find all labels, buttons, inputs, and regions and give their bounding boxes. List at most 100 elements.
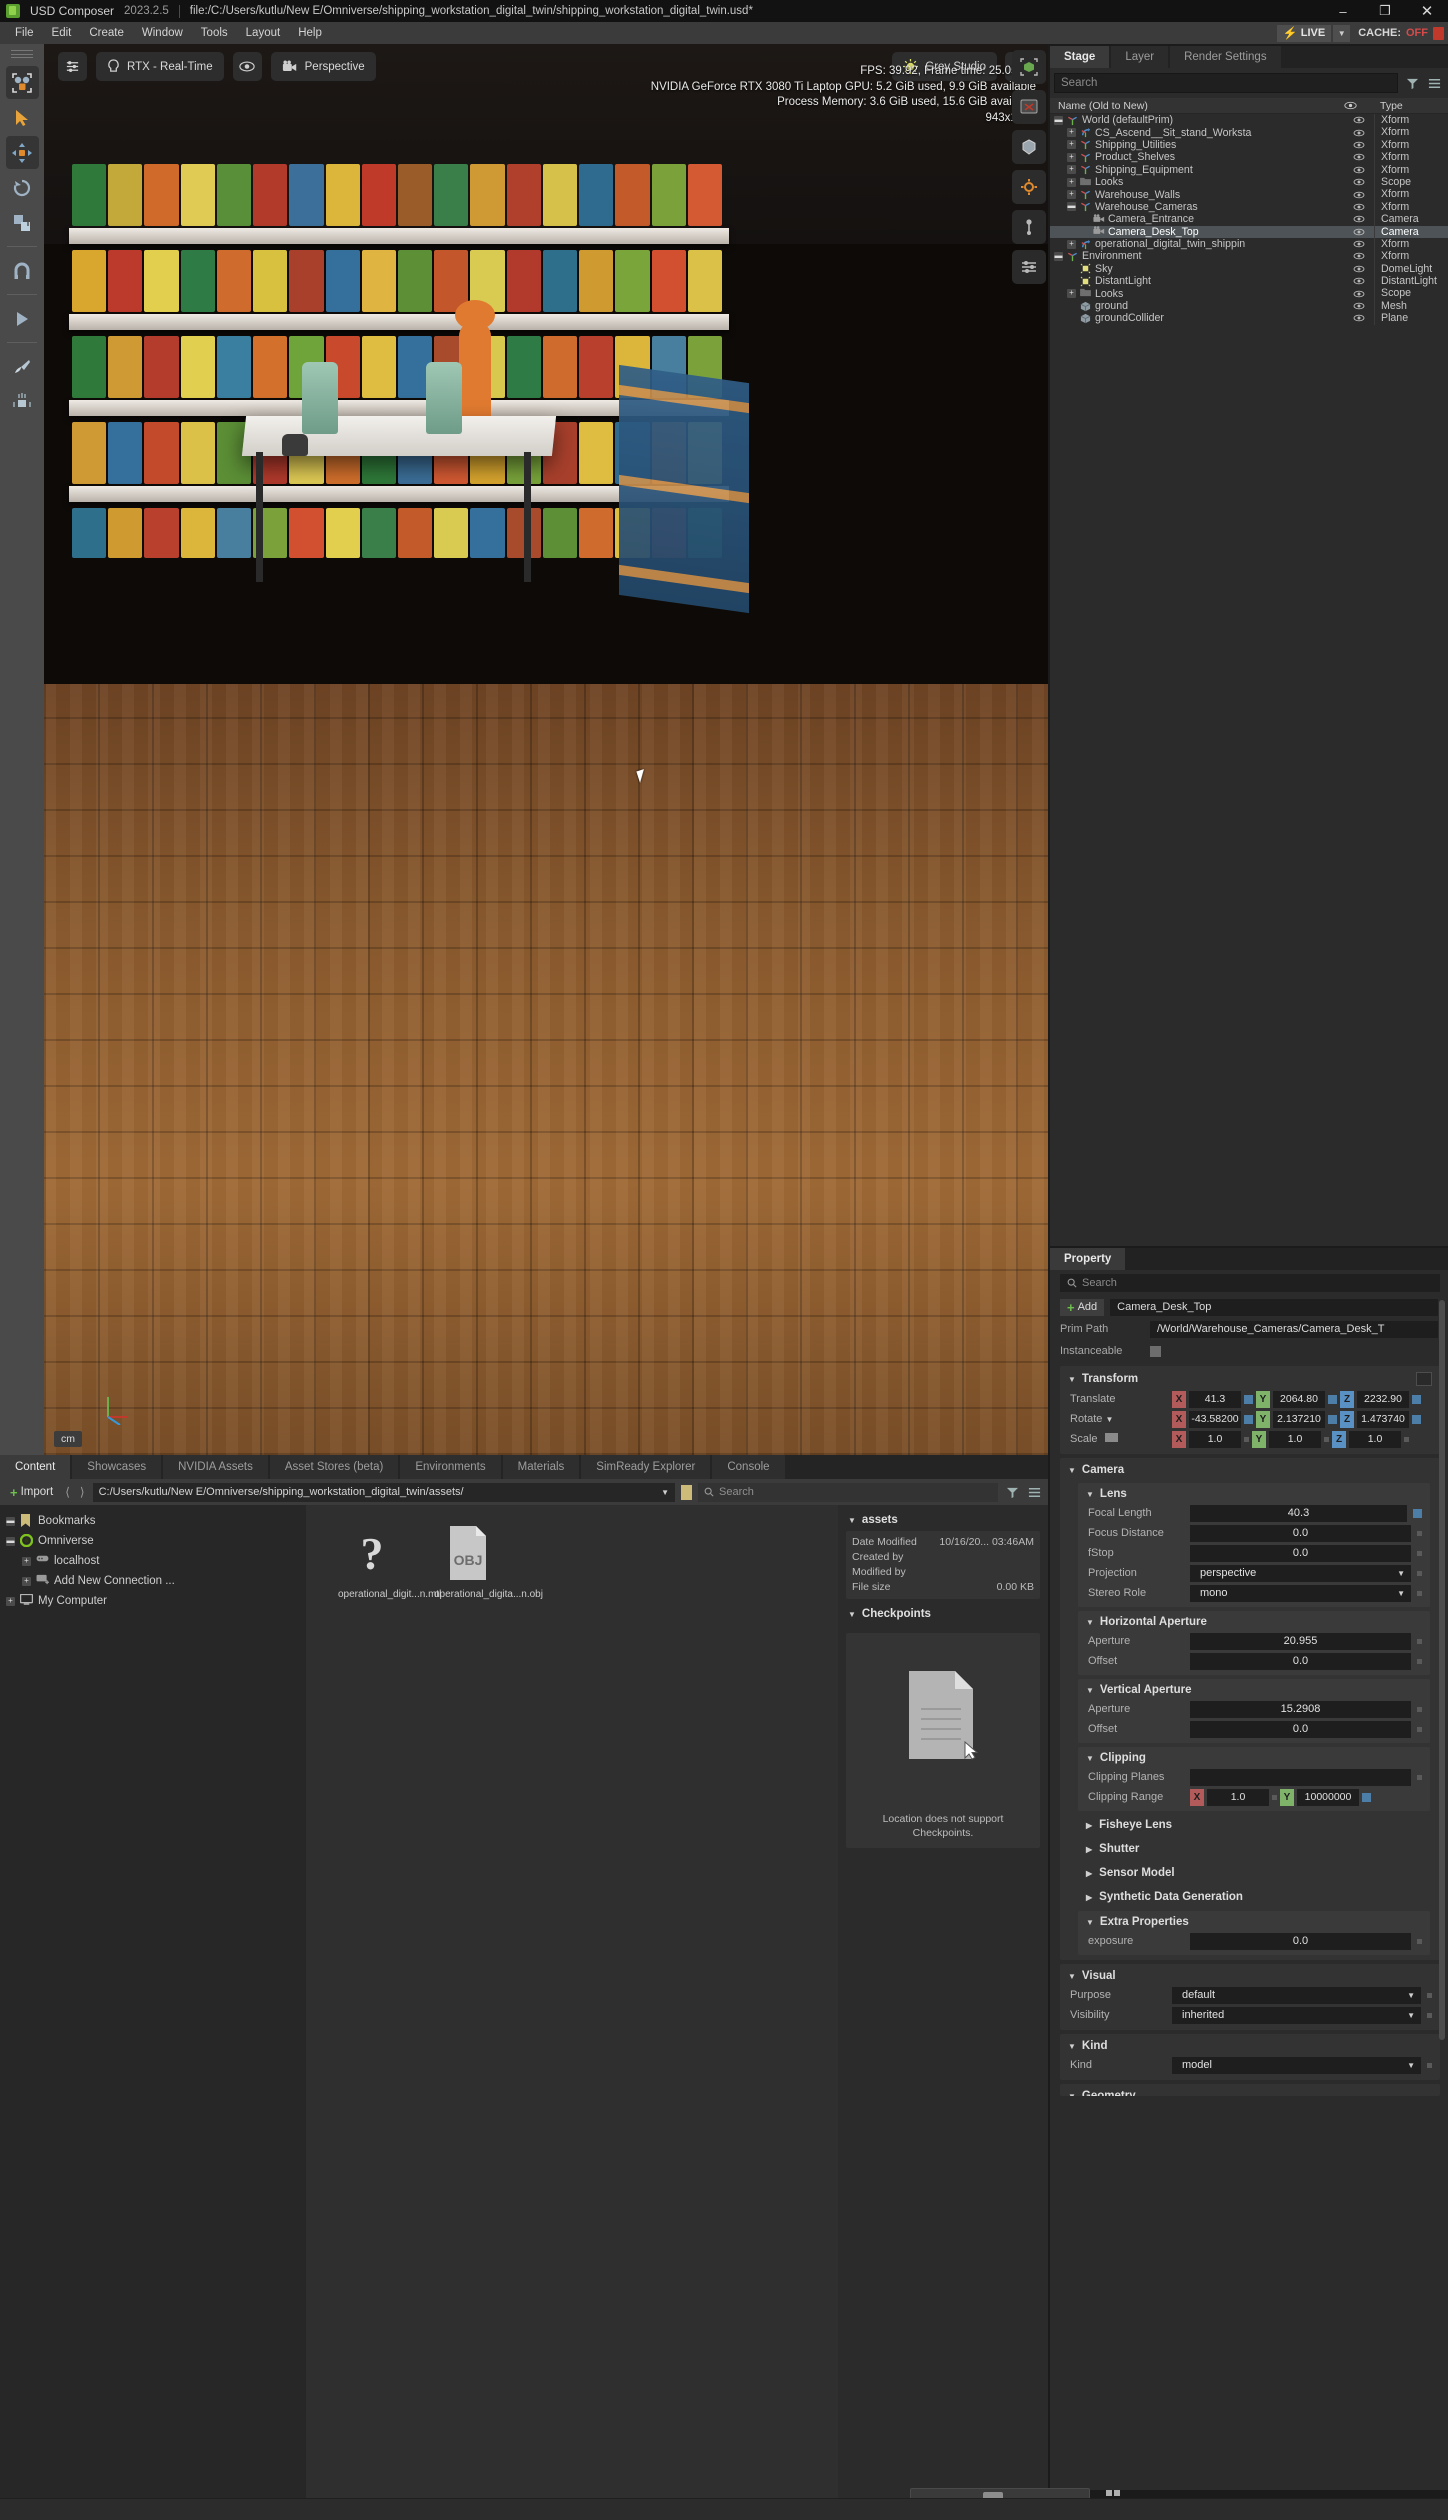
exposure-input[interactable]: 0.0 (1190, 1932, 1411, 1950)
tree-expander-plus[interactable]: + (1067, 190, 1076, 200)
clip-far-override-dot[interactable] (1362, 1792, 1371, 1802)
projection-select[interactable]: perspective ▼ (1190, 1564, 1411, 1582)
v-aperture-input[interactable]: 15.2908 (1190, 1700, 1411, 1718)
rotate-label[interactable]: Rotate ▼ (1070, 1413, 1166, 1425)
vertical-aperture-header[interactable]: ▼ Vertical Aperture (1078, 1681, 1430, 1699)
stage-row-operational-digital-twin-shippin[interactable]: + operational_digital_twin_shippin Xform (1050, 237, 1448, 251)
tree-expander-plus[interactable]: + (1067, 239, 1076, 249)
play-tool[interactable] (6, 302, 39, 335)
h-aperture-input[interactable]: 20.955 (1190, 1632, 1411, 1650)
v-offset-input[interactable]: 0.0 (1190, 1720, 1411, 1738)
bookmark-icon[interactable] (681, 1484, 692, 1500)
column-name[interactable]: Name (Old to New) (1050, 100, 1344, 112)
live-button[interactable]: ⚡ LIVE (1276, 24, 1332, 42)
add-property-button[interactable]: + Add (1060, 1298, 1105, 1316)
rotate-y-override-dot[interactable] (1328, 1414, 1337, 1424)
physics-drop-tool[interactable] (6, 385, 39, 418)
content-options-menu-icon[interactable] (1026, 1484, 1042, 1500)
tab-content[interactable]: Content (0, 1455, 71, 1479)
focal-length-input[interactable]: 40.3 (1190, 1504, 1407, 1522)
stage-row-looks[interactable]: + Looks Scope (1050, 287, 1448, 300)
fisheye-lens-section[interactable]: ▶ Fisheye Lens (1078, 1815, 1430, 1835)
menu-create[interactable]: Create (80, 22, 133, 44)
stage-row-warehouse-cameras[interactable]: ▬ Warehouse_Cameras Xform (1050, 200, 1448, 214)
tab-property[interactable]: Property (1050, 1248, 1126, 1270)
move-tool[interactable] (5, 136, 39, 169)
focal-length-override-dot[interactable] (1413, 1508, 1422, 1518)
cache-status-icon[interactable] (1433, 26, 1444, 40)
tree-expander-plus[interactable]: + (1067, 289, 1076, 299)
physics-settings-icon[interactable] (1012, 170, 1046, 204)
prim-name-field[interactable]: Camera_Desk_Top (1110, 1298, 1438, 1316)
content-search-input[interactable]: Search (698, 1482, 998, 1502)
geometry-section[interactable]: ▼ Geometry (1060, 2084, 1440, 2096)
menu-window[interactable]: Window (133, 22, 192, 44)
visibility-toggle-icon[interactable] (1344, 302, 1374, 310)
tab-console[interactable]: Console (712, 1455, 785, 1479)
content-tree[interactable]: ▬ Bookmarks ▬ Omniverse + localhost + Add New C… (0, 1505, 306, 2510)
paint-tool[interactable] (6, 350, 39, 383)
visibility-select[interactable]: inherited ▼ (1172, 2006, 1421, 2024)
scale-y-input[interactable]: 1.0 (1269, 1430, 1321, 1448)
geometry-header[interactable]: ▼ Geometry (1060, 2087, 1440, 2096)
visual-header[interactable]: ▼ Visual (1060, 1967, 1440, 1985)
stage-row-product-shelves[interactable]: + Product_Shelves Xform (1050, 151, 1448, 164)
tree-expander-plus[interactable]: + (22, 1576, 31, 1586)
stage-row-ground[interactable]: ground Mesh (1050, 299, 1448, 313)
stereo-role-select[interactable]: mono ▼ (1190, 1584, 1411, 1602)
clipping-range-near-input[interactable]: 1.0 (1207, 1788, 1269, 1806)
content-tree-item-localhost[interactable]: + localhost (6, 1551, 306, 1571)
tab-showcases[interactable]: Showcases (72, 1455, 162, 1479)
tab-asset-stores[interactable]: Asset Stores (beta) (269, 1455, 399, 1479)
horizontal-aperture-header[interactable]: ▼ Horizontal Aperture (1078, 1613, 1430, 1631)
content-tree-item-add-new-connection[interactable]: + Add New Connection ... (6, 1571, 306, 1591)
content-tree-item-omniverse[interactable]: ▬ Omniverse (6, 1531, 306, 1551)
clipping-planes-input[interactable] (1190, 1768, 1411, 1786)
renderer-selector[interactable]: RTX - Real-Time (96, 52, 224, 81)
live-dropdown-button[interactable]: ▼ (1333, 24, 1351, 42)
clipping-range-far-input[interactable]: 10000000 (1297, 1788, 1359, 1806)
viewport-3d-scene[interactable] (44, 44, 1048, 1455)
tree-expander-plus[interactable]: + (22, 1556, 31, 1566)
property-scrollbar[interactable] (1439, 1300, 1445, 2040)
tab-simready-explorer[interactable]: SimReady Explorer (581, 1455, 711, 1479)
stage-row-groundcollider[interactable]: groundCollider Plane (1050, 312, 1448, 325)
visibility-toggle-icon[interactable] (1344, 314, 1374, 322)
visibility-toggle-icon[interactable] (1344, 191, 1374, 199)
tab-stage[interactable]: Stage (1050, 46, 1110, 68)
visibility-toggle-icon[interactable] (1344, 228, 1374, 236)
stage-row-world-defaultprim[interactable]: ▬ World (defaultPrim) Xform (1050, 114, 1448, 127)
close-button[interactable]: ✕ (1406, 0, 1448, 22)
menu-help[interactable]: Help (289, 22, 331, 44)
stage-cube-icon[interactable] (1012, 50, 1046, 84)
content-tree-item-bookmarks[interactable]: ▬ Bookmarks (6, 1511, 306, 1531)
visibility-toggle-icon[interactable] (1344, 265, 1374, 273)
asset-info-header[interactable]: ▼ assets (846, 1511, 1040, 1531)
visibility-toggle-icon[interactable] (1344, 129, 1374, 137)
visibility-toggle-button[interactable] (232, 52, 262, 81)
stage-tree[interactable]: ▬ World (defaultPrim) Xform + CS_Ascend__Sit… (1050, 114, 1448, 325)
visibility-toggle-icon[interactable] (1344, 240, 1374, 248)
tab-materials[interactable]: Materials (502, 1455, 580, 1479)
stage-row-sky[interactable]: Sky DomeLight (1050, 262, 1448, 276)
back-button[interactable]: ⟨ (63, 1485, 72, 1499)
visibility-toggle-icon[interactable] (1344, 215, 1374, 223)
pointer-tool[interactable] (6, 101, 39, 134)
scale-link-icon[interactable] (1104, 1433, 1118, 1442)
camera-header[interactable]: ▼ Camera (1060, 1461, 1440, 1479)
stage-row-camera-desk-top[interactable]: Camera_Desk_Top Camera (1050, 225, 1448, 238)
transform-header[interactable]: ▼ Transform (1060, 1369, 1440, 1389)
stage-row-looks[interactable]: + Looks Scope (1050, 175, 1448, 189)
rotate-z-input[interactable]: 1.473740 (1357, 1410, 1409, 1428)
clipping-header[interactable]: ▼ Clipping (1078, 1749, 1430, 1767)
visibility-toggle-icon[interactable] (1344, 153, 1374, 161)
stage-row-environment[interactable]: ▬ Environment Xform (1050, 250, 1448, 263)
minimize-button[interactable]: – (1322, 0, 1364, 22)
checkpoints-header[interactable]: ▼ Checkpoints (846, 1605, 1040, 1625)
kind-select[interactable]: model ▼ (1172, 2056, 1421, 2074)
stage-row-warehouse-walls[interactable]: + Warehouse_Walls Xform (1050, 188, 1448, 201)
content-filter-icon[interactable] (1004, 1484, 1020, 1500)
tree-expander-minus[interactable]: ▬ (6, 1536, 15, 1546)
translate-z-input[interactable]: 2232.90 (1357, 1390, 1409, 1408)
path-input[interactable]: C:/Users/kutlu/New E/Omniverse/shipping_… (92, 1482, 675, 1502)
